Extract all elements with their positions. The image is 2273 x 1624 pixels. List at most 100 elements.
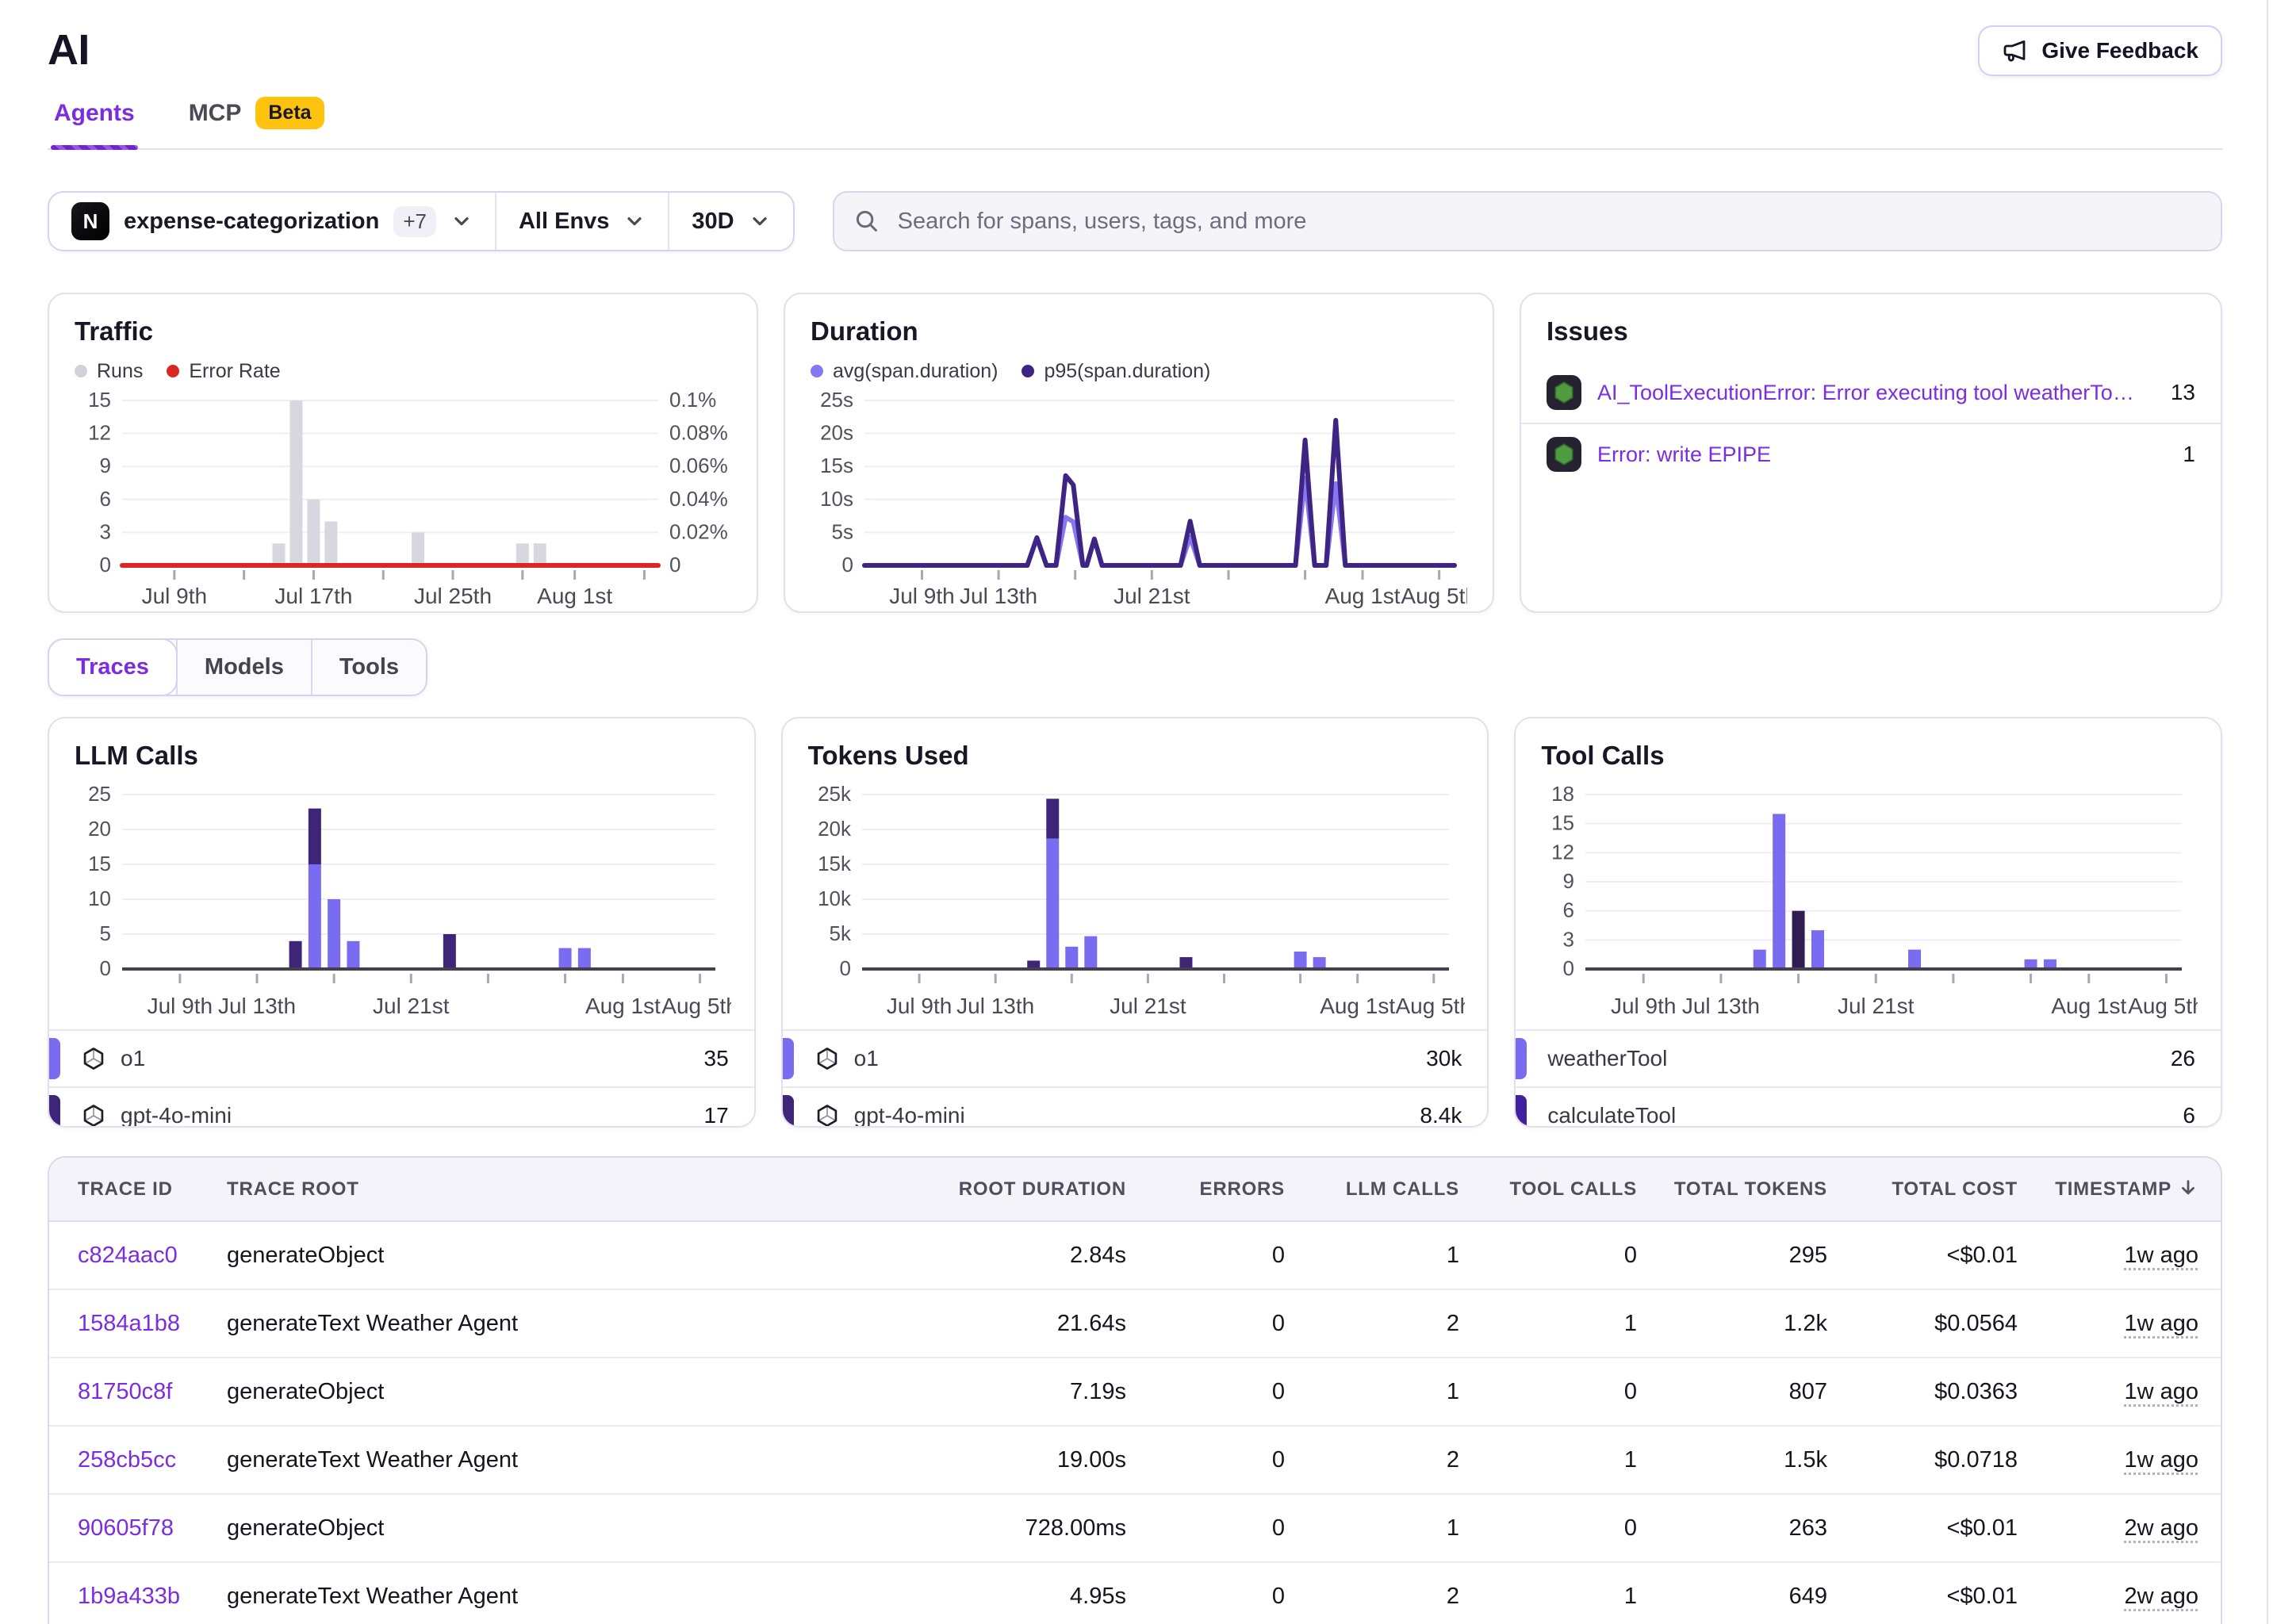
column-header[interactable]: LLM CALLS: [1285, 1158, 1459, 1221]
errors-cell: 0: [1126, 1221, 1285, 1289]
openai-icon: [81, 1046, 106, 1071]
table-header-row: TRACE IDTRACE ROOTROOT DURATIONERRORSLLM…: [49, 1158, 2222, 1221]
svg-text:Jul 13th: Jul 13th: [960, 584, 1037, 608]
series-row[interactable]: calculateTool6: [1516, 1086, 2221, 1128]
timestamp[interactable]: 2w ago: [2124, 1515, 2198, 1541]
series-row[interactable]: o130k: [783, 1029, 1488, 1086]
traces-models-tools-tabs: Traces Models Tools: [48, 638, 427, 696]
duration-card: Duration avg(span.duration)p95(span.dura…: [784, 293, 1494, 613]
total-cost-cell: <$0.01: [1827, 1562, 2018, 1624]
traffic-card: Traffic RunsError Rate 0030.02%60.04%90.…: [48, 293, 758, 613]
megaphone-icon: [2002, 38, 2027, 63]
series-row[interactable]: gpt-4o-mini8.4k: [783, 1086, 1488, 1128]
svg-text:Jul 13th: Jul 13th: [1682, 994, 1760, 1018]
trace-root-cell: generateObject: [227, 1494, 888, 1562]
svg-text:Aug 1st: Aug 1st: [1320, 994, 1395, 1018]
svg-text:15s: 15s: [820, 454, 853, 477]
subtab-traces[interactable]: Traces: [48, 638, 178, 696]
trace-root-cell: generateText Weather Agent: [227, 1289, 888, 1358]
page-title: AI: [48, 25, 90, 75]
svg-text:20k: 20k: [818, 817, 852, 841]
date-range-selector[interactable]: 30D: [668, 193, 792, 250]
tool-calls-cell: 0: [1459, 1358, 1637, 1426]
llm-calls-cell: 1: [1285, 1221, 1459, 1289]
column-header[interactable]: TOTAL TOKENS: [1637, 1158, 1827, 1221]
timestamp[interactable]: 1w ago: [2124, 1447, 2198, 1473]
environment-selector[interactable]: All Envs: [495, 193, 668, 250]
svg-text:15: 15: [1551, 811, 1574, 835]
svg-text:18: 18: [1551, 782, 1574, 806]
timestamp[interactable]: 2w ago: [2124, 1584, 2198, 1609]
trace-id-link[interactable]: c824aac0: [78, 1243, 178, 1268]
metric-cards: LLM Calls 0510152025Jul 9thJul 13thJul 2…: [48, 717, 2222, 1128]
duration-chart: 05s10s15s20s25sJul 9thJul 13thJul 21stAu…: [811, 388, 1467, 619]
svg-text:5: 5: [100, 921, 111, 945]
svg-text:Aug 1st: Aug 1st: [1325, 584, 1401, 608]
timestamp[interactable]: 1w ago: [2124, 1311, 2198, 1336]
svg-text:Aug 1st: Aug 1st: [537, 584, 612, 608]
table-row: 258cb5cc generateText Weather Agent 19.0…: [49, 1426, 2222, 1494]
trace-id-link[interactable]: 90605f78: [78, 1515, 174, 1541]
svg-text:Jul 21st: Jul 21st: [373, 994, 450, 1018]
subtab-tools[interactable]: Tools: [311, 640, 426, 695]
svg-text:3: 3: [100, 519, 111, 543]
issue-row: Error: write EPIPE1: [1521, 423, 2221, 485]
series-row[interactable]: o135: [49, 1029, 754, 1086]
tab-mcp[interactable]: MCP Beta: [186, 97, 328, 148]
series-row[interactable]: gpt-4o-mini17: [49, 1086, 754, 1128]
search-input[interactable]: [895, 207, 2200, 236]
traffic-legend: RunsError Rate: [75, 358, 731, 385]
table-row: 1b9a433b generateText Weather Agent 4.95…: [49, 1562, 2222, 1624]
issue-row: AI_ToolExecutionError: Error executing t…: [1521, 362, 2221, 423]
trace-id-link[interactable]: 81750c8f: [78, 1379, 172, 1404]
chevron-down-icon: [749, 210, 771, 232]
timestamp[interactable]: 1w ago: [2124, 1379, 2198, 1404]
svg-text:Jul 25th: Jul 25th: [414, 584, 492, 608]
column-header[interactable]: TRACE ROOT: [227, 1158, 888, 1221]
total-cost-cell: $0.0363: [1827, 1358, 2018, 1426]
column-header[interactable]: ROOT DURATION: [888, 1158, 1126, 1221]
svg-text:Jul 17th: Jul 17th: [274, 584, 352, 608]
column-header[interactable]: TOOL CALLS: [1459, 1158, 1637, 1221]
table-row: 90605f78 generateObject 728.00ms 0 1 0 2…: [49, 1494, 2222, 1562]
traffic-title: Traffic: [75, 316, 731, 347]
column-header[interactable]: ERRORS: [1126, 1158, 1285, 1221]
legend-dot: [1022, 365, 1034, 377]
svg-text:0.1%: 0.1%: [669, 388, 716, 412]
project-selector[interactable]: N expense-categorization +7: [49, 193, 495, 250]
llm-series-rows: o135gpt-4o-mini17: [49, 1029, 754, 1128]
trace-id-link[interactable]: 1b9a433b: [78, 1584, 180, 1609]
tokens-series-rows: o130kgpt-4o-mini8.4k: [783, 1029, 1488, 1128]
column-header[interactable]: TRACE ID: [49, 1158, 227, 1221]
give-feedback-button[interactable]: Give Feedback: [1978, 25, 2222, 76]
root-duration-cell: 19.00s: [888, 1426, 1126, 1494]
llm-calls-cell: 1: [1285, 1358, 1459, 1426]
subtab-models[interactable]: Models: [176, 640, 311, 695]
openai-icon: [815, 1103, 840, 1128]
trace-root-cell: generateObject: [227, 1221, 888, 1289]
timestamp[interactable]: 1w ago: [2124, 1243, 2198, 1268]
series-row[interactable]: weatherTool26: [1516, 1029, 2221, 1086]
tool-calls-cell: 0: [1459, 1221, 1637, 1289]
legend-dot: [75, 365, 87, 377]
series-color-chip: [783, 1095, 794, 1128]
table-row: c824aac0 generateObject 2.84s 0 1 0 295 …: [49, 1221, 2222, 1289]
trace-id-link[interactable]: 258cb5cc: [78, 1447, 176, 1473]
issue-link[interactable]: Error: write EPIPE: [1597, 442, 1771, 467]
tool-calls-card: Tool Calls 0369121518Jul 9thJul 13thJul …: [1514, 717, 2222, 1128]
svg-text:Aug 1st: Aug 1st: [585, 994, 661, 1018]
tab-agents[interactable]: Agents: [51, 97, 138, 148]
total-tokens-cell: 649: [1637, 1562, 1827, 1624]
filter-segmented-control: N expense-categorization +7 All Envs 30D: [48, 191, 795, 251]
series-value: 17: [704, 1103, 754, 1128]
trace-id-link[interactable]: 1584a1b8: [78, 1311, 180, 1336]
issue-link[interactable]: AI_ToolExecutionError: Error executing t…: [1597, 381, 2142, 405]
column-header[interactable]: TOTAL COST: [1827, 1158, 2018, 1221]
errors-cell: 0: [1126, 1426, 1285, 1494]
column-header[interactable]: TIMESTAMP: [2018, 1158, 2222, 1221]
svg-text:Jul 21st: Jul 21st: [1110, 994, 1186, 1018]
openai-icon: [815, 1046, 840, 1071]
svg-text:0: 0: [839, 956, 850, 980]
trace-root-cell: generateObject: [227, 1358, 888, 1426]
scrollbar-track[interactable]: [2267, 0, 2268, 1624]
